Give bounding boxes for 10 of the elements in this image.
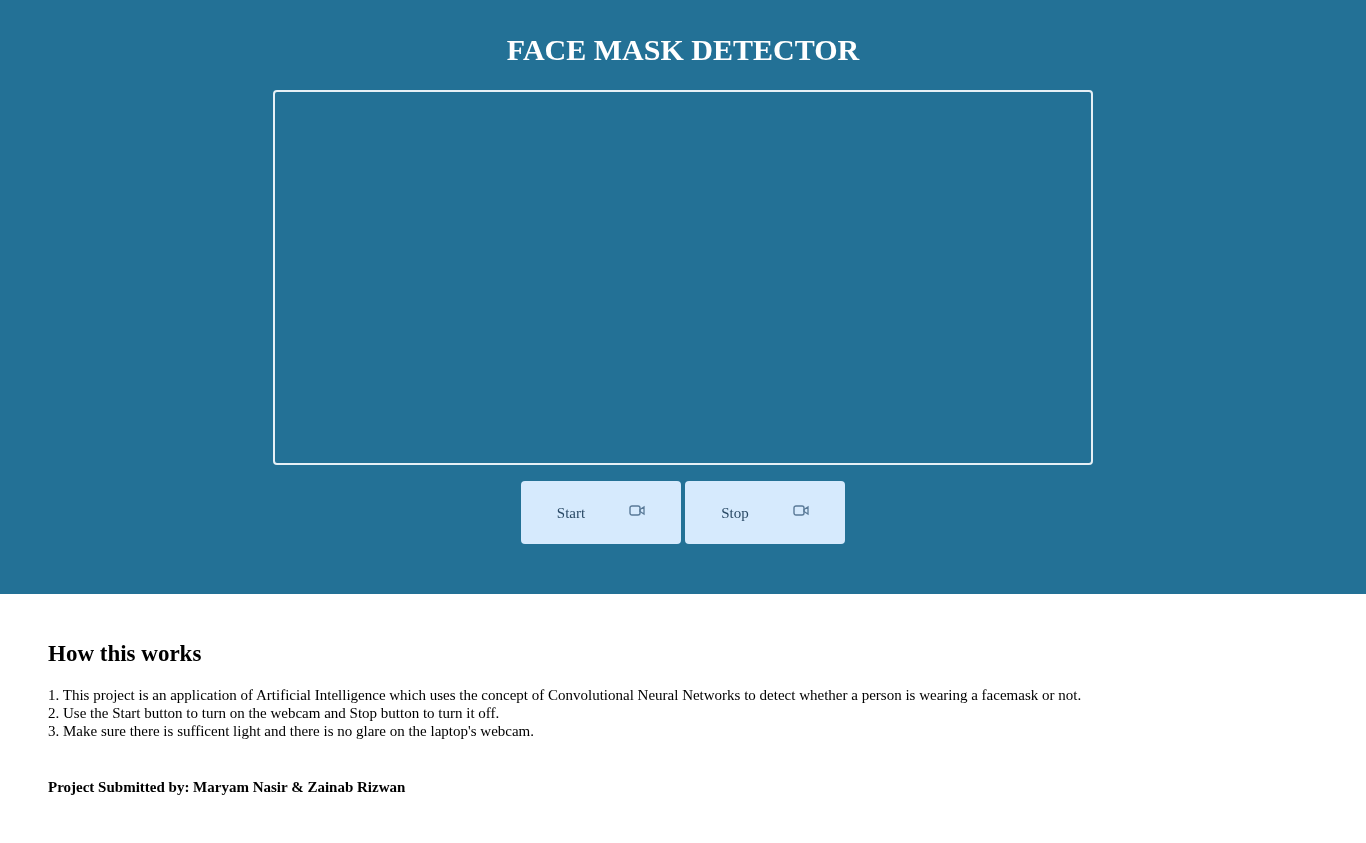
credit-text: Project Submitted by: Maryam Nasir & Zainab Rizwan xyxy=(48,777,407,797)
camera-button[interactable]: Start xyxy=(521,481,681,544)
camera-button[interactable]: Stop xyxy=(685,481,845,544)
instruction-text: 1. This project is an application of Artificial Intelligence which uses the concept of Convolutional Neural Networks to detect whether a person is wearing a facemask or not. xyxy=(48,685,1083,704)
video-camera-icon xyxy=(629,504,646,516)
section-heading: How this works xyxy=(48,640,203,668)
instruction-text: 3. Make sure there is sufficent light and there is no glare on the laptop's webcam. xyxy=(48,721,536,740)
page-title: FACE MASK DETECTOR xyxy=(505,32,861,68)
video-camera-icon xyxy=(792,504,809,516)
instruction-text: 2. Use the Start button to turn on the webcam and Stop button to turn it off. xyxy=(48,703,501,722)
